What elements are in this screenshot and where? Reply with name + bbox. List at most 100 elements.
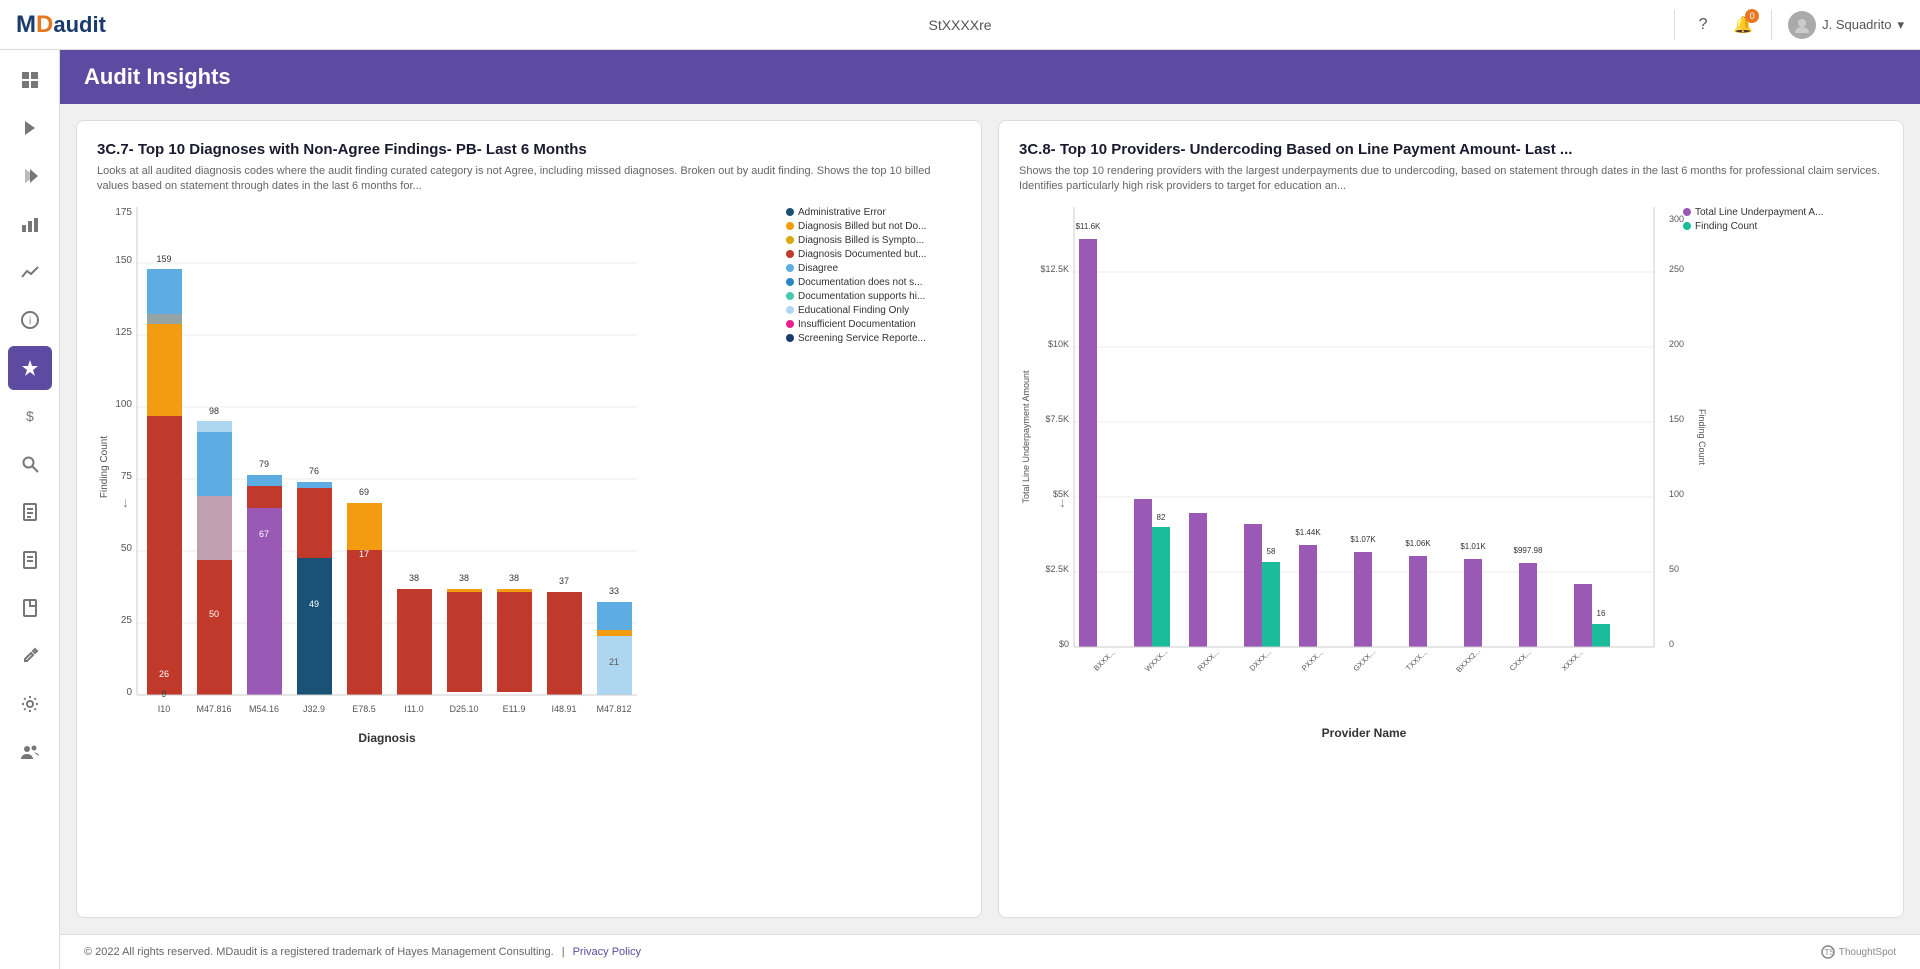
help-icon[interactable]: ? [1691, 13, 1715, 37]
svg-text:58: 58 [1267, 547, 1276, 556]
bar-m47816-blue [197, 432, 232, 496]
svg-text:300: 300 [1669, 214, 1684, 224]
sidebar-item-chart[interactable] [8, 202, 52, 246]
bar-txxx-purple [1409, 556, 1427, 647]
nav-separator [1674, 10, 1675, 40]
bar-dxxx-purple [1244, 524, 1262, 647]
bar-wxxx-purple [1134, 499, 1152, 647]
svg-text:17: 17 [359, 549, 369, 559]
svg-text:200: 200 [1669, 339, 1684, 349]
bar-m47816-purple [197, 496, 232, 560]
user-name: J. Squadrito [1822, 17, 1891, 32]
svg-text:Provider Name: Provider Name [1322, 726, 1407, 740]
svg-text:33: 33 [609, 586, 619, 596]
svg-text:26: 26 [159, 669, 169, 679]
sidebar-item-doc3[interactable] [8, 586, 52, 630]
legend-dot-doc-supports [786, 292, 794, 300]
bar-i10-blue [147, 269, 182, 314]
logo-m: M [16, 11, 36, 39]
svg-text:250: 250 [1669, 264, 1684, 274]
svg-text:125: 125 [115, 327, 132, 338]
sidebar-item-grid[interactable] [8, 58, 52, 102]
chart1-body: Administrative Error Diagnosis Billed bu… [97, 207, 961, 897]
svg-text:I11.0: I11.0 [404, 704, 423, 714]
legend-label-finding-count: Finding Count [1695, 221, 1757, 232]
legend-label-diag-billed: Diagnosis Billed but not Do... [798, 221, 926, 232]
user-avatar [1788, 11, 1816, 39]
sidebar-item-search[interactable] [8, 442, 52, 486]
svg-text:TXXX...: TXXX... [1404, 648, 1429, 673]
bell-icon[interactable]: 🔔 0 [1731, 13, 1755, 37]
svg-text:50: 50 [209, 609, 219, 619]
sidebar-item-nav2[interactable] [8, 154, 52, 198]
svg-text:100: 100 [115, 399, 132, 410]
sidebar-item-users[interactable] [8, 730, 52, 774]
nav-separator-2 [1771, 10, 1772, 40]
svg-text:$1.07K: $1.07K [1350, 535, 1376, 544]
svg-text:82: 82 [1157, 513, 1166, 522]
svg-text:E78.5: E78.5 [352, 704, 376, 714]
top-nav: M D audit StXXXXre ? 🔔 0 J. Squadrito ▾ [0, 0, 1920, 50]
footer-copyright: © 2022 All rights reserved. MDaudit is a… [84, 946, 554, 958]
sidebar-item-tools[interactable] [8, 634, 52, 678]
chart2-title: 3C.8- Top 10 Providers- Undercoding Base… [1019, 141, 1883, 158]
svg-text:$7.5K: $7.5K [1045, 414, 1069, 424]
nav-center-text: StXXXXre [928, 17, 991, 33]
sidebar-item-doc2[interactable] [8, 538, 52, 582]
legend-label-admin: Administrative Error [798, 207, 886, 218]
legend-dot-finding-count [1683, 222, 1691, 230]
sidebar-item-nav1[interactable] [8, 106, 52, 150]
legend-item-doc-not: Documentation does not s... [786, 277, 961, 288]
logo[interactable]: M D audit [16, 11, 106, 39]
bar-pxxx-purple [1299, 545, 1317, 647]
sidebar-item-insights[interactable] [8, 346, 52, 390]
legend-item-diag-billed: Diagnosis Billed but not Do... [786, 221, 961, 232]
footer-privacy-link[interactable]: Privacy Policy [573, 946, 641, 958]
bar-m47812-blue [597, 602, 632, 630]
sidebar-item-trend[interactable] [8, 250, 52, 294]
sidebar-item-settings[interactable] [8, 682, 52, 726]
user-dropdown-icon[interactable]: ▾ [1897, 17, 1904, 33]
sidebar-item-info[interactable]: i [8, 298, 52, 342]
svg-text:50: 50 [1669, 564, 1679, 574]
bar-bxxx-purple [1079, 239, 1097, 647]
svg-text:D25.10: D25.10 [449, 704, 478, 714]
sidebar-item-dollar[interactable]: $ [8, 394, 52, 438]
svg-text:PXXX...: PXXX... [1300, 648, 1325, 673]
bar-e119-red [497, 592, 532, 692]
svg-text:38: 38 [409, 573, 419, 583]
svg-text:38: 38 [509, 573, 519, 583]
legend-item-admin: Administrative Error [786, 207, 961, 218]
thoughtspot-label: ThoughtSpot [1839, 947, 1896, 958]
svg-text:CXXX...: CXXX... [1508, 647, 1533, 672]
charts-area: 3C.7- Top 10 Diagnoses with Non-Agree Fi… [60, 104, 1920, 934]
svg-text:$2.5K: $2.5K [1045, 564, 1069, 574]
svg-text:67: 67 [259, 529, 269, 539]
user-menu[interactable]: J. Squadrito ▾ [1788, 11, 1904, 39]
workspace-name: StXXXXre [928, 17, 991, 33]
bar-i10-orange [147, 324, 182, 416]
chart1-title: 3C.7- Top 10 Diagnoses with Non-Agree Fi… [97, 141, 961, 158]
svg-text:50: 50 [121, 543, 133, 554]
bar-i10-red [147, 416, 182, 695]
svg-text:i: i [29, 316, 31, 327]
bar-d2510-red [447, 592, 482, 692]
bar-j329-navy [297, 558, 332, 695]
legend-label-screen: Screening Service Reporte... [798, 333, 926, 344]
bar-cxxx-purple [1519, 563, 1537, 647]
legend-label-underpayment: Total Line Underpayment A... [1695, 207, 1823, 218]
bar-m47816-lightblue [197, 421, 232, 432]
legend-dot-doc-not [786, 278, 794, 286]
legend-label-diag-sympto: Diagnosis Billed is Sympto... [798, 235, 924, 246]
svg-text:WXXX...: WXXX... [1143, 647, 1169, 673]
legend-label-insuff: Insufficient Documentation [798, 319, 916, 330]
sidebar-item-doc1[interactable] [8, 490, 52, 534]
bar-e785-red [347, 550, 382, 695]
legend-dot-underpayment [1683, 208, 1691, 216]
svg-text:175: 175 [115, 207, 132, 218]
chart1-desc: Looks at all audited diagnosis codes whe… [97, 164, 961, 195]
logo-d: D [36, 11, 53, 39]
bar-rxxx-purple [1189, 513, 1207, 647]
svg-text:Total Line Underpayment Amount: Total Line Underpayment Amount [1021, 370, 1031, 504]
svg-text:M54.16: M54.16 [249, 704, 279, 714]
